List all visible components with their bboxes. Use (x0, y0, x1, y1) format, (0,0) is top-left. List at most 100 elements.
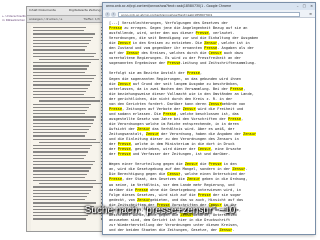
scanned-text-line (33, 30, 85, 32)
back-arrow-icon[interactable]: ‹ (105, 11, 110, 17)
scanned-text-line (33, 87, 89, 89)
scanned-text-line (39, 183, 101, 185)
scanned-column-left (33, 27, 101, 227)
scanned-text-line (33, 55, 95, 57)
scanned-text-line (33, 81, 92, 83)
search-hit-highlight: Zensur (243, 132, 257, 137)
search-hit-highlight: Presse (186, 71, 200, 76)
scan-menu-newspaper[interactable]: Digitalisierte Zeitung (69, 8, 101, 12)
search-hit-highlight: Presse (109, 26, 122, 31)
scanned-text-line (33, 116, 97, 118)
search-hit-highlight: Zensur (208, 101, 222, 106)
scanned-text-line (33, 78, 94, 80)
search-hit-highlight: Zensur (117, 41, 131, 46)
scanned-text-line (33, 176, 86, 179)
scanned-text-line (33, 135, 85, 137)
search-hit-highlight: Presse (163, 111, 177, 116)
scanned-text-line (33, 151, 89, 153)
scanned-text-line (33, 189, 91, 191)
scanned-text-line (33, 157, 85, 159)
side-annotation: ← Unterschiedlich in Rätselkonten (2, 14, 29, 22)
search-caption: Suche nach: “presse+zensur” ~10 (84, 205, 236, 216)
scanned-text-line (33, 125, 91, 128)
scanned-text-line (33, 62, 91, 64)
scanned-text-line (33, 138, 96, 140)
scanned-text-line (33, 74, 96, 77)
scan-toolbar-print[interactable]: anzeigen / drucken / e (29, 17, 62, 21)
search-hit-highlight: Zensur (204, 41, 218, 46)
scanned-text-line (33, 27, 87, 29)
search-hit-highlight: Presse (109, 177, 122, 182)
maximize-icon[interactable]: □ (303, 4, 306, 8)
search-hit-highlight: Censur (208, 51, 222, 56)
scanned-text-line (33, 49, 86, 51)
scanned-text-line (33, 97, 96, 99)
search-hit-highlight: Presse (204, 46, 218, 51)
search-hit-highlight: Censur (167, 172, 181, 177)
article-line: und der beiden Staaten die Zeitungen, Ge… (109, 227, 235, 232)
scan-menu-contents[interactable]: Inhalt Dokumente (29, 8, 56, 12)
scanned-text-line (33, 202, 96, 204)
browser-window[interactable]: anno.onb.ac.at/cgi-content/annoshow?text… (102, 2, 316, 235)
scanned-text-line (33, 199, 85, 201)
scanned-text-line (33, 42, 90, 45)
scanned-text-line (33, 109, 88, 112)
minimize-icon[interactable]: – (297, 4, 299, 8)
forward-arrow-icon[interactable]: › (111, 11, 116, 17)
scanned-text-line (33, 160, 96, 163)
scanned-text-line (33, 119, 95, 121)
browser-menu-icon[interactable]: ≡ (309, 12, 312, 16)
scanned-text-line (39, 58, 99, 61)
search-hit-highlight: Zensur (145, 132, 159, 137)
search-hit-highlight: Presse (197, 192, 211, 197)
search-hit-highlight: Presse (134, 187, 148, 192)
scanned-text-line (33, 90, 87, 93)
scanned-text-line (33, 52, 97, 54)
scanned-text-line (33, 218, 87, 220)
side-annotation-line: in Rätselkonten (2, 18, 26, 22)
search-hit-highlight: Presse (117, 147, 131, 152)
search-hit-highlight: Zensur (232, 167, 246, 172)
scanned-text-line (33, 173, 88, 175)
scanned-text-line (33, 195, 87, 198)
search-hit-highlight: Zensur (137, 126, 151, 131)
scanned-text-line (33, 154, 87, 156)
search-hit-highlight: Presse (117, 142, 131, 147)
scanned-text-line (33, 65, 89, 67)
search-hit-highlight: Presse (195, 31, 209, 36)
scanned-text-line (33, 33, 96, 35)
close-icon[interactable]: × (310, 4, 313, 8)
scanned-text-line (33, 113, 86, 115)
scanned-text-line (33, 103, 92, 105)
search-hit-highlight: Presse (167, 61, 181, 66)
search-hit-highlight: Censur (197, 147, 211, 152)
scanned-text-line (33, 93, 85, 96)
scanned-text-line (33, 106, 90, 108)
search-hit-highlight: Presse (117, 152, 131, 157)
search-hit-highlight: Presse (109, 106, 122, 111)
search-hit-highlight: Presse (230, 86, 244, 91)
scanned-text-line (33, 180, 97, 182)
scanned-text-line (33, 148, 90, 150)
scanned-text-line (33, 170, 90, 172)
browser-toolbar: ‹ › anno.onb.ac.at/cgi-content/annoshow?… (103, 10, 315, 18)
scanned-text-line (33, 36, 94, 38)
search-hit-highlight: Presse (208, 162, 222, 167)
scanned-text-line (33, 164, 94, 166)
scanned-text-line (33, 68, 87, 70)
scanned-text-line (33, 71, 85, 73)
scanned-text-line (33, 84, 90, 86)
scan-toolbar-hits: Treffer: 1/3 (83, 17, 100, 21)
address-bar[interactable]: anno.onb.ac.at/cgi-content/annoshow?text… (118, 11, 300, 17)
browser-title: anno.onb.ac.at/cgi-content/annoshow?text… (106, 4, 232, 8)
search-hit-highlight: Zensur (184, 162, 198, 167)
scanned-text-line (33, 39, 92, 42)
search-hit-highlight: Zensur (186, 177, 200, 182)
scanned-text-line (33, 132, 87, 134)
search-hit-highlight: Zensur (182, 106, 196, 111)
scanned-text-line (33, 167, 92, 169)
article-text: [...] Verschlechterungen, Verfolgungen d… (103, 18, 315, 234)
scanned-text-line (39, 141, 101, 144)
search-hit-highlight: Presse (228, 116, 241, 121)
search-hit-highlight: Zensur (137, 197, 151, 202)
